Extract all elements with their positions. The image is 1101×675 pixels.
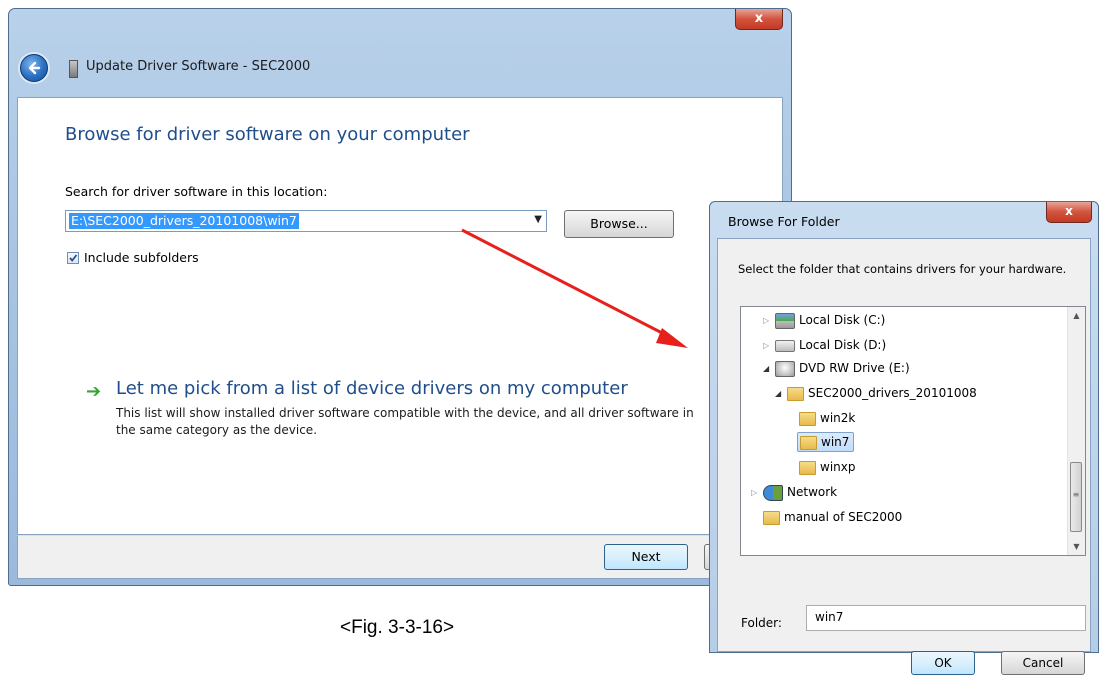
tree-item-label: manual of SEC2000 [784,510,903,524]
page-heading: Browse for driver software on your compu… [65,124,470,145]
folder-label: Folder: [741,616,782,630]
green-arrow-icon[interactable]: ➔ [86,381,101,402]
ok-button[interactable]: OK [911,651,975,675]
expand-icon[interactable]: ▷ [763,311,775,331]
tree-item-win7[interactable]: win7 [797,432,855,452]
tree-item-label: win2k [820,411,856,425]
dialog-instruction: Select the folder that contains drivers … [738,262,1067,276]
scrollbar-thumb[interactable]: ≡ [1070,462,1082,532]
pick-from-list-link[interactable]: Let me pick from a list of device driver… [116,378,628,399]
tree-item-winxp[interactable]: winxp [799,457,855,477]
scroll-up-arrow-icon[interactable]: ▲ [1068,307,1085,324]
dialog-cancel-button[interactable]: Cancel [1001,651,1085,675]
tree-item-label: Local Disk (C:) [799,313,886,327]
device-icon [69,60,78,78]
drive-icon [775,339,795,352]
dvd-drive-icon [775,360,795,377]
tree-vertical-scrollbar[interactable]: ▲ ≡ ▼ [1067,307,1085,555]
path-value[interactable]: E:\SEC2000_drivers_20101008\win7 [69,213,299,229]
wizard-footer: Next C [17,535,788,579]
include-subfolders-checkbox[interactable] [67,252,79,264]
folder-icon [763,510,780,525]
tree-item-win2k[interactable]: win2k [799,408,855,428]
tree-item-manual[interactable]: manual of SEC2000 [763,507,902,527]
tree-item-label: Local Disk (D:) [799,338,887,352]
browse-for-folder-dialog: Browse For Folder x Select the folder th… [709,201,1099,675]
dropdown-arrow-icon[interactable]: ▼ [534,214,542,225]
grip-icon: ≡ [1072,490,1080,499]
figure-caption: <Fig. 3-3-16> [340,617,455,638]
tree-item-local-disk-d[interactable]: ▷ Local Disk (D:) [763,335,886,355]
folder-icon [799,460,816,475]
collapse-icon[interactable]: ◢ [763,359,775,379]
tree-item-sec2000-drivers[interactable]: ◢ SEC2000_drivers_20101008 [775,383,977,403]
browse-button[interactable]: Browse... [564,210,674,238]
folder-name-input[interactable]: win7 [806,605,1086,631]
search-location-label: Search for driver software in this locat… [65,184,328,199]
include-subfolders-label[interactable]: Include subfolders [84,250,199,265]
wizard-content: Browse for driver software on your compu… [17,97,783,535]
folder-icon [799,411,816,426]
expand-icon[interactable]: ▷ [751,483,763,503]
collapse-icon[interactable]: ◢ [775,384,787,404]
tree-item-dvd-drive[interactable]: ◢ DVD RW Drive (E:) [763,358,910,378]
local-disk-icon [775,312,795,329]
close-button[interactable]: x [735,9,783,30]
tree-item-label: win7 [821,435,850,449]
folder-tree[interactable]: ▷ Local Disk (C:) ▷ Local Disk (D:) ◢ DVD R… [740,306,1086,556]
tree-item-label: Network [787,485,838,499]
tree-item-label: winxp [820,460,856,474]
pick-from-list-description: This list will show installed driver sof… [116,406,694,437]
next-button[interactable]: Next [604,544,688,570]
folder-icon [787,386,804,401]
dialog-title: Browse For Folder [728,214,840,229]
update-driver-window: x Update Driver Software - SEC2000 Brows… [8,8,792,586]
dialog-close-button[interactable]: x [1046,202,1092,223]
back-arrow-icon[interactable] [20,54,48,82]
path-combobox[interactable]: E:\SEC2000_drivers_20101008\win7 ▼ [65,210,547,232]
tree-item-network[interactable]: ▷ Network [751,482,837,502]
tree-item-label: SEC2000_drivers_20101008 [808,386,977,400]
dialog-content: Select the folder that contains drivers … [717,238,1091,675]
window-titlebar: x Update Driver Software - SEC2000 [9,9,791,97]
scroll-down-arrow-icon[interactable]: ▼ [1068,538,1085,555]
tree-item-local-disk-c[interactable]: ▷ Local Disk (C:) [763,310,885,330]
expand-icon[interactable]: ▷ [763,336,775,356]
network-icon [763,484,783,501]
folder-icon [800,435,817,450]
window-title: Update Driver Software - SEC2000 [86,59,311,74]
tree-item-label: DVD RW Drive (E:) [799,361,910,375]
